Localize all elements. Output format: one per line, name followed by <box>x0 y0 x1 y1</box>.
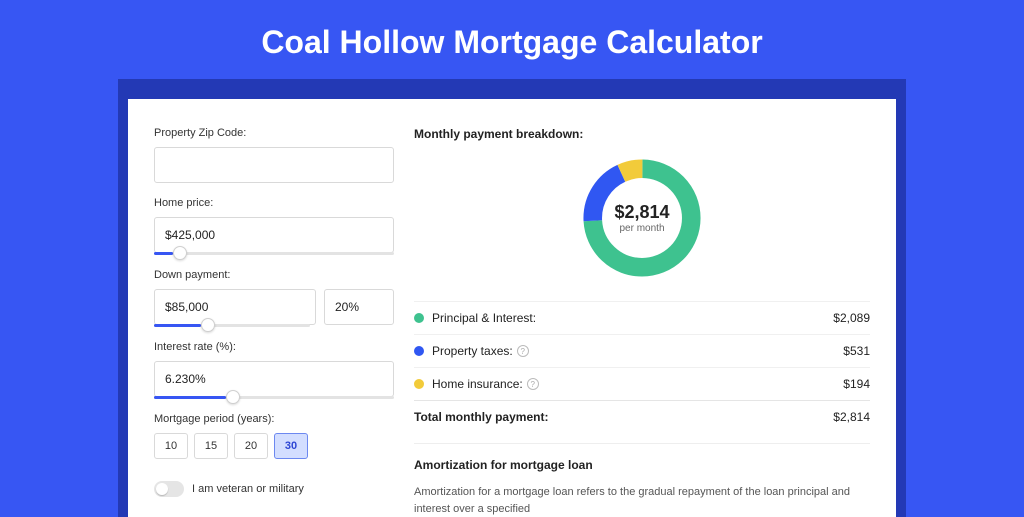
info-icon[interactable]: ? <box>517 345 529 357</box>
down-label: Down payment: <box>154 269 394 281</box>
row-taxes: Property taxes: ? $531 <box>414 334 870 367</box>
zip-input[interactable] <box>154 147 394 183</box>
period-15[interactable]: 15 <box>194 433 228 459</box>
price-slider-thumb[interactable] <box>173 246 187 260</box>
value-total: $2,814 <box>833 410 870 424</box>
amortization-section: Amortization for mortgage loan Amortizat… <box>414 443 870 517</box>
price-field: Home price: <box>154 197 394 255</box>
dot-principal <box>414 313 424 323</box>
zip-field: Property Zip Code: <box>154 127 394 183</box>
value-principal: $2,089 <box>833 311 870 325</box>
rate-label: Interest rate (%): <box>154 341 394 353</box>
rate-input[interactable] <box>154 361 394 397</box>
row-insurance: Home insurance: ? $194 <box>414 367 870 400</box>
amort-title: Amortization for mortgage loan <box>414 458 870 472</box>
down-slider[interactable] <box>154 324 310 327</box>
down-payment-field: Down payment: <box>154 269 394 327</box>
amort-text: Amortization for a mortgage loan refers … <box>414 484 870 517</box>
veteran-toggle[interactable] <box>154 481 184 497</box>
dot-taxes <box>414 346 424 356</box>
donut-chart: $2,814 per month <box>414 153 870 283</box>
dot-insurance <box>414 379 424 389</box>
period-10[interactable]: 10 <box>154 433 188 459</box>
price-slider[interactable] <box>154 252 394 255</box>
info-icon[interactable]: ? <box>527 378 539 390</box>
rate-field: Interest rate (%): <box>154 341 394 399</box>
price-input[interactable] <box>154 217 394 253</box>
donut-sub: per month <box>614 223 669 234</box>
period-30[interactable]: 30 <box>274 433 308 459</box>
down-percent-input[interactable] <box>324 289 394 325</box>
input-column: Property Zip Code: Home price: Down paym… <box>154 127 394 517</box>
breakdown-column: Monthly payment breakdown: $2,814 per mo… <box>414 127 870 517</box>
down-slider-thumb[interactable] <box>201 318 215 332</box>
breakdown-title: Monthly payment breakdown: <box>414 127 870 141</box>
value-taxes: $531 <box>843 344 870 358</box>
donut-amount: $2,814 <box>614 202 669 223</box>
backer-panel: Property Zip Code: Home price: Down paym… <box>118 79 906 517</box>
period-options: 10 15 20 30 <box>154 433 394 459</box>
period-20[interactable]: 20 <box>234 433 268 459</box>
rate-slider-thumb[interactable] <box>226 390 240 404</box>
value-insurance: $194 <box>843 377 870 391</box>
calculator-card: Property Zip Code: Home price: Down paym… <box>128 99 896 517</box>
row-total: Total monthly payment: $2,814 <box>414 400 870 433</box>
label-total: Total monthly payment: <box>414 410 833 424</box>
label-principal: Principal & Interest: <box>432 311 833 325</box>
zip-label: Property Zip Code: <box>154 127 394 139</box>
label-insurance: Home insurance: ? <box>432 377 843 391</box>
rate-slider[interactable] <box>154 396 394 399</box>
page-title: Coal Hollow Mortgage Calculator <box>0 0 1024 79</box>
down-amount-input[interactable] <box>154 289 316 325</box>
label-taxes: Property taxes: ? <box>432 344 843 358</box>
period-field: Mortgage period (years): 10 15 20 30 <box>154 413 394 459</box>
row-principal: Principal & Interest: $2,089 <box>414 301 870 334</box>
donut-center: $2,814 per month <box>614 202 669 234</box>
period-label: Mortgage period (years): <box>154 413 394 425</box>
price-label: Home price: <box>154 197 394 209</box>
veteran-label: I am veteran or military <box>192 483 304 495</box>
veteran-row: I am veteran or military <box>154 473 394 497</box>
